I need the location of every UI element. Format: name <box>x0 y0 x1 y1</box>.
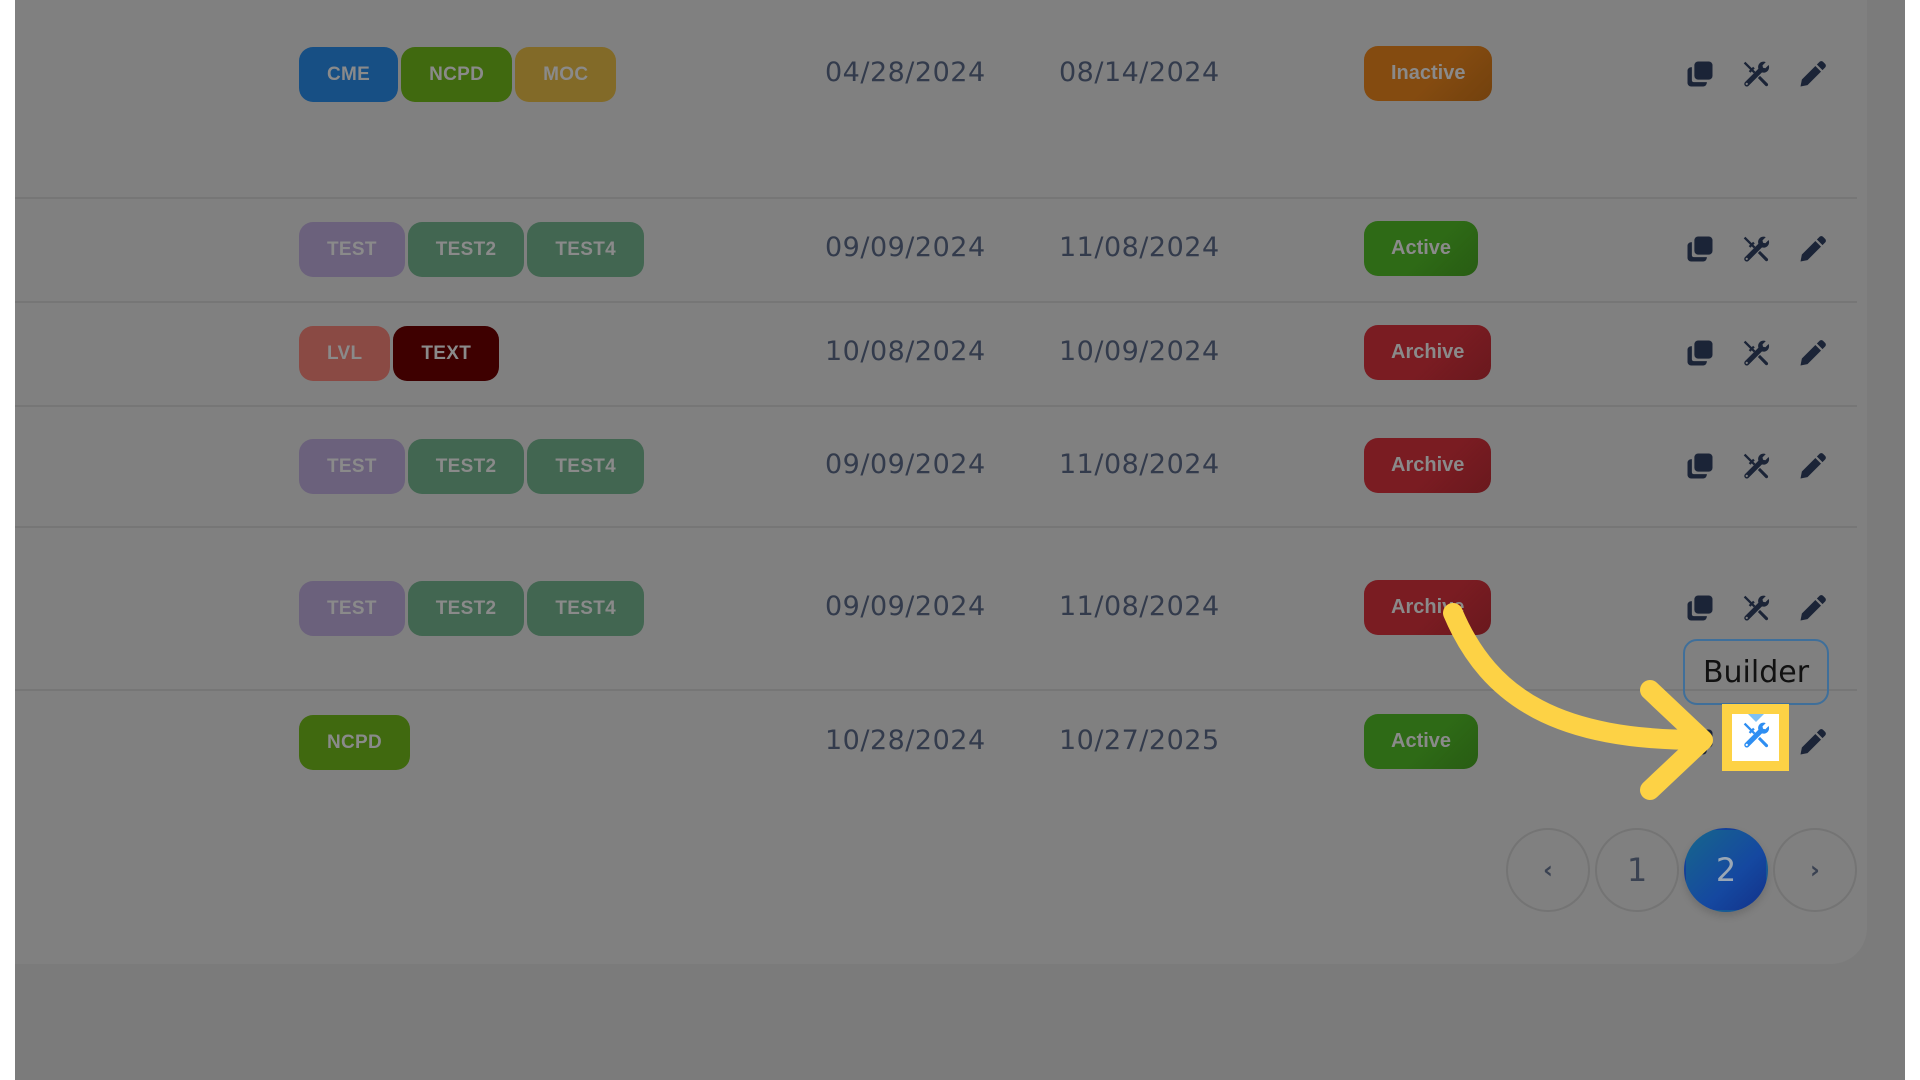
builder-button-highlight-inner[interactable] <box>1732 714 1779 761</box>
status-badge: Inactive <box>1364 46 1492 101</box>
credit-type-tags: TEST TEST2 TEST4 <box>299 222 645 277</box>
row-divider <box>15 689 1857 691</box>
tooltip-pointer <box>1748 714 1764 722</box>
edit-icon <box>1798 338 1828 368</box>
start-date: 04/28/2024 <box>825 57 986 88</box>
credit-type-tags: TEST TEST2 TEST4 <box>299 439 645 494</box>
end-date: 11/08/2024 <box>1059 449 1220 480</box>
credit-tag: TEST4 <box>527 439 645 494</box>
duplicate-button[interactable] <box>1685 451 1715 481</box>
copy-icon <box>1685 234 1715 264</box>
edit-icon <box>1798 451 1828 481</box>
edit-button[interactable] <box>1798 727 1828 757</box>
end-date: 10/27/2025 <box>1059 725 1220 756</box>
credit-tag: NCPD <box>401 47 513 102</box>
copy-icon <box>1685 593 1715 623</box>
end-date: 08/14/2024 <box>1059 57 1220 88</box>
credit-type-tags: NCPD <box>299 715 411 770</box>
pagination-page-2-current[interactable]: 2 <box>1684 828 1768 912</box>
credit-tag: TEST2 <box>407 439 525 494</box>
row-divider <box>15 197 1857 199</box>
courses-table-card <box>15 0 1867 964</box>
edit-button[interactable] <box>1798 338 1828 368</box>
credit-tag: TEST <box>299 581 405 636</box>
builder-button[interactable] <box>1741 451 1771 481</box>
copy-icon <box>1685 727 1715 757</box>
credit-type-tags: TEST TEST2 TEST4 <box>299 581 645 636</box>
tools-icon <box>1741 451 1771 481</box>
edit-button[interactable] <box>1798 59 1828 89</box>
credit-tag: LVL <box>299 326 391 381</box>
row-divider <box>15 301 1857 303</box>
credit-type-tags: CME NCPD MOC <box>299 47 617 102</box>
edit-button[interactable] <box>1798 593 1828 623</box>
status-badge: Archive <box>1364 438 1491 493</box>
status-badge: Active <box>1364 714 1478 769</box>
status-badge: Archive <box>1364 325 1491 380</box>
edit-icon <box>1798 59 1828 89</box>
edit-button[interactable] <box>1798 451 1828 481</box>
row-divider <box>15 405 1857 407</box>
builder-button[interactable] <box>1741 338 1771 368</box>
credit-tag: MOC <box>515 47 617 102</box>
status-badge: Archive <box>1364 580 1491 635</box>
copy-icon <box>1685 451 1715 481</box>
edit-icon <box>1798 727 1828 757</box>
highlighted-builder-button[interactable] <box>1722 704 1789 771</box>
tools-icon <box>1741 338 1771 368</box>
builder-button[interactable] <box>1741 59 1771 89</box>
duplicate-button[interactable] <box>1685 338 1715 368</box>
credit-tag: CME <box>299 47 399 102</box>
start-date: 10/28/2024 <box>825 725 986 756</box>
tools-icon <box>1741 59 1771 89</box>
credit-tag: TEST <box>299 222 405 277</box>
copy-icon <box>1685 59 1715 89</box>
credit-tag: TEST4 <box>527 222 645 277</box>
pagination-page-1[interactable]: 1 <box>1595 828 1679 912</box>
edit-icon <box>1798 593 1828 623</box>
copy-icon <box>1685 338 1715 368</box>
start-date: 09/09/2024 <box>825 449 986 480</box>
pagination-prev-button[interactable]: ‹ <box>1506 828 1590 912</box>
credit-tag: TEST4 <box>527 581 645 636</box>
credit-type-tags: LVL TEXT <box>299 326 500 381</box>
end-date: 11/08/2024 <box>1059 232 1220 263</box>
credit-tag: NCPD <box>299 715 411 770</box>
builder-button[interactable] <box>1741 593 1771 623</box>
credit-tag: TEST2 <box>407 222 525 277</box>
duplicate-button[interactable] <box>1685 593 1715 623</box>
start-date: 09/09/2024 <box>825 232 986 263</box>
tools-icon <box>1741 720 1771 755</box>
edit-button[interactable] <box>1798 234 1828 264</box>
edit-icon <box>1798 234 1828 264</box>
credit-tag: TEXT <box>393 326 500 381</box>
duplicate-button[interactable] <box>1685 234 1715 264</box>
end-date: 11/08/2024 <box>1059 591 1220 622</box>
row-divider <box>15 526 1857 528</box>
end-date: 10/09/2024 <box>1059 336 1220 367</box>
builder-button[interactable] <box>1741 234 1771 264</box>
pagination-next-button[interactable]: › <box>1773 828 1857 912</box>
duplicate-button[interactable] <box>1685 59 1715 89</box>
pagination: ‹ 1 2 › <box>1506 828 1857 912</box>
tools-icon <box>1741 593 1771 623</box>
status-badge: Active <box>1364 221 1478 276</box>
credit-tag: TEST2 <box>407 581 525 636</box>
start-date: 09/09/2024 <box>825 591 986 622</box>
builder-tooltip: Builder <box>1683 639 1829 705</box>
start-date: 10/08/2024 <box>825 336 986 367</box>
tools-icon <box>1741 234 1771 264</box>
credit-tag: TEST <box>299 439 405 494</box>
duplicate-button[interactable] <box>1685 727 1715 757</box>
